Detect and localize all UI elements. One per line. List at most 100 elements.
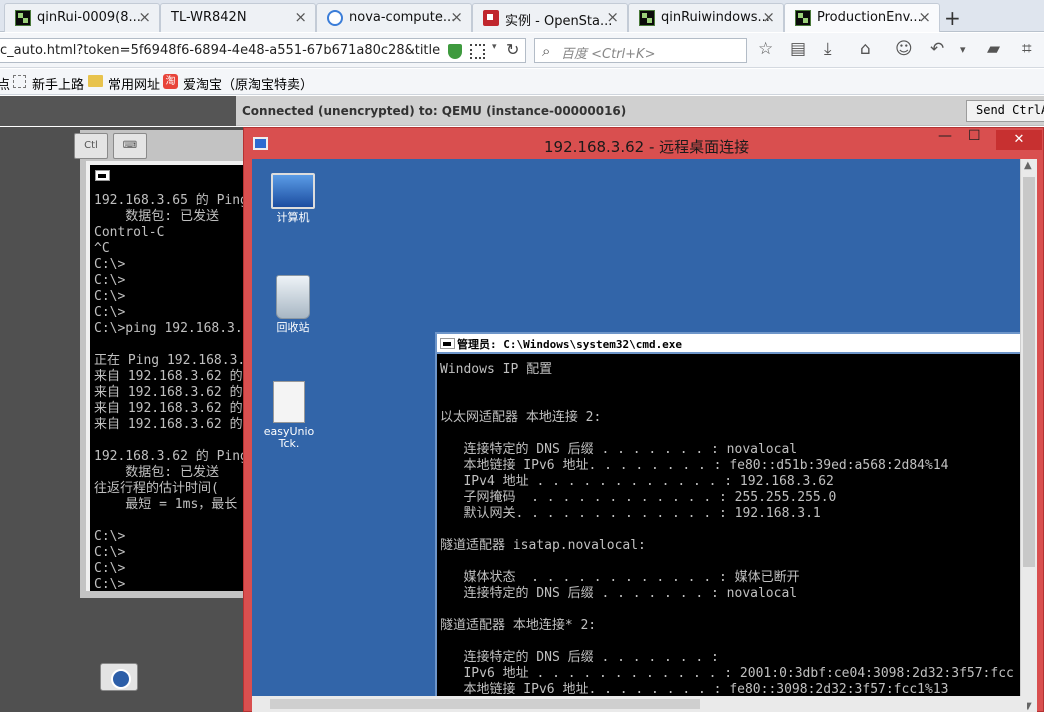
novnc-icon bbox=[15, 10, 31, 26]
shield-icon[interactable] bbox=[448, 44, 462, 59]
remote-cmd-window[interactable]: 管理员: C:\Windows\system32\cmd.exe Windows… bbox=[435, 332, 1027, 712]
console-line: 本地链接 IPv6 地址. . . . . . . . : fe80::d51b… bbox=[440, 458, 949, 473]
close-icon[interactable]: × bbox=[294, 8, 307, 26]
cmd-title: 管理员: C:\Windows\system32\cmd.exe bbox=[457, 338, 683, 351]
minimize-icon[interactable]: — bbox=[938, 128, 952, 144]
console-line: 来自 192.168.3.62 的 bbox=[94, 385, 243, 400]
tab-label: nova-compute... bbox=[349, 10, 456, 25]
close-icon[interactable]: × bbox=[762, 8, 775, 26]
desktop-icon-label: easyUnio Tck. bbox=[263, 425, 315, 450]
console-line: IPv4 地址 . . . . . . . . . . . . : 192.16… bbox=[440, 474, 834, 489]
keyboard-ctrl-button[interactable]: Ctl bbox=[74, 133, 108, 159]
folder-icon bbox=[88, 75, 103, 87]
desktop-icon-label: 计算机 bbox=[276, 211, 310, 224]
console-line: C:\> bbox=[94, 577, 126, 591]
search-input[interactable]: ⌕ 百度 <Ctrl+K> bbox=[534, 38, 747, 63]
cmd-title-bar[interactable]: 管理员: C:\Windows\system32\cmd.exe bbox=[437, 334, 1027, 354]
bookmark-item[interactable]: 爱淘宝（原淘宝特卖） bbox=[183, 74, 313, 93]
host-cmd-window[interactable]: 192.168.3.65 的 Ping 数据包: 已发送 Control-C ^C C… bbox=[86, 161, 246, 591]
bookmark-item[interactable]: 点 bbox=[0, 74, 10, 93]
keyboard-icon[interactable]: ⌨ bbox=[113, 133, 147, 159]
rdp-title: 192.168.3.62 - 远程桌面连接 bbox=[544, 138, 750, 156]
tab-0[interactable]: qinRui-0009(8... × bbox=[4, 3, 160, 32]
close-button[interactable]: ✕ bbox=[996, 130, 1042, 150]
console-line: 192.168.3.62 的 Ping bbox=[94, 449, 246, 464]
vertical-scrollbar[interactable]: ▲ ▼ bbox=[1020, 159, 1037, 712]
chat-icon[interactable]: ▰ bbox=[987, 39, 1000, 59]
face-icon[interactable]: ☺ bbox=[895, 39, 913, 59]
console-line: 连接特定的 DNS 后缀 . . . . . . . : novalocal bbox=[440, 442, 798, 457]
cmd-icon bbox=[440, 338, 455, 349]
reading-list-icon[interactable]: ▤ bbox=[790, 39, 806, 59]
close-icon[interactable]: × bbox=[918, 8, 931, 26]
console-line: C:\> bbox=[94, 561, 126, 576]
address-bar[interactable]: c_auto.html?token=5f6948f6-6894-4e48-a55… bbox=[0, 38, 526, 63]
tab-1[interactable]: TL-WR842N × bbox=[160, 3, 316, 32]
maximize-icon[interactable]: ☐ bbox=[968, 128, 981, 144]
desktop-icon-computer[interactable]: 计算机 bbox=[258, 173, 328, 224]
console-line: 默认网关. . . . . . . . . . . . . : 192.168.… bbox=[440, 506, 821, 521]
page-icon bbox=[13, 75, 26, 88]
taobao-icon: 淘 bbox=[163, 74, 178, 89]
desktop-icon-recycle-bin[interactable]: 回收站 bbox=[258, 275, 328, 334]
tab-bar: qinRui-0009(8... × TL-WR842N × nova-comp… bbox=[0, 0, 1044, 32]
send-ctrl-alt-del-button[interactable]: Send CtrlAlt bbox=[966, 100, 1044, 122]
back-icon[interactable]: ↶ bbox=[930, 39, 944, 59]
close-icon[interactable]: × bbox=[138, 8, 151, 26]
close-icon[interactable]: × bbox=[450, 8, 463, 26]
scroll-thumb[interactable] bbox=[270, 699, 700, 709]
console-line: C:\> bbox=[94, 289, 126, 304]
tab-4[interactable]: qinRuiwindows... × bbox=[628, 3, 784, 32]
rdp-app-icon[interactable] bbox=[253, 137, 268, 150]
crop-icon[interactable]: ⌗ bbox=[1022, 39, 1032, 59]
recycle-bin-icon bbox=[276, 275, 310, 319]
console-line: 子网掩码 . . . . . . . . . . . . : 255.255.2… bbox=[440, 490, 837, 505]
remote-desktop[interactable]: 计算机 回收站 easyUnio Tck. 管理员: C:\Windows\sy… bbox=[252, 159, 1027, 712]
console-line: 隧道适配器 本地连接* 2: bbox=[440, 618, 597, 633]
reload-icon[interactable]: ↻ bbox=[506, 40, 519, 59]
scroll-thumb[interactable] bbox=[1023, 177, 1035, 567]
console-line: 正在 Ping 192.168.3. bbox=[94, 353, 246, 368]
console-line: ^C bbox=[94, 241, 110, 256]
console-line: 以太网适配器 本地连接 2: bbox=[440, 410, 602, 425]
tab-3[interactable]: 实例 - OpenSta... × bbox=[472, 3, 628, 32]
console-line: C:\> bbox=[94, 257, 126, 272]
dropdown-icon[interactable]: ▾ bbox=[492, 42, 497, 52]
console-line: 媒体状态 . . . . . . . . . . . . : 媒体已断开 bbox=[440, 570, 800, 585]
connection-status: Connected (unencrypted) to: QEMU (instan… bbox=[242, 104, 627, 118]
tab-2[interactable]: nova-compute... × bbox=[316, 3, 472, 32]
globe-icon bbox=[327, 10, 343, 26]
console-line: 往返行程的估计时间( bbox=[94, 481, 219, 496]
file-icon bbox=[273, 381, 305, 423]
console-line: 最短 = 1ms，最长 bbox=[94, 497, 238, 512]
bookmark-item[interactable]: 常用网址 bbox=[108, 74, 160, 93]
cmd-output: Windows IP 配置 以太网适配器 本地连接 2: 连接特定的 DNS 后… bbox=[440, 362, 1014, 712]
scroll-up-icon[interactable]: ▲ bbox=[1024, 160, 1032, 171]
console-line: Control-C bbox=[94, 225, 165, 240]
tab-5-active[interactable]: ProductionEnv... × bbox=[784, 3, 940, 32]
url-text[interactable]: c_auto.html?token=5f6948f6-6894-4e48-a55… bbox=[0, 43, 440, 58]
vnc-settings-icon[interactable] bbox=[100, 663, 138, 691]
novnc-icon bbox=[795, 10, 811, 26]
qr-code-icon[interactable] bbox=[470, 44, 485, 59]
download-icon[interactable]: ⤓ bbox=[824, 39, 832, 59]
bookmarks-bar: 点 新手上路 常用网址 淘 爱淘宝（原淘宝特卖） bbox=[0, 69, 1044, 95]
rdp-window[interactable]: 192.168.3.62 - 远程桌面连接 — ☐ ✕ 计算机 回收站 easy… bbox=[243, 127, 1044, 712]
new-tab-button[interactable]: + bbox=[944, 6, 961, 30]
home-icon[interactable]: ⌂ bbox=[860, 39, 871, 59]
horizontal-scrollbar[interactable] bbox=[252, 696, 1027, 712]
star-icon[interactable]: ☆ bbox=[758, 39, 773, 59]
bookmark-item[interactable]: 新手上路 bbox=[32, 74, 84, 93]
desktop-icon-file[interactable]: easyUnio Tck. bbox=[254, 381, 324, 450]
close-icon[interactable]: × bbox=[606, 8, 619, 26]
chevron-down-icon[interactable]: ▾ bbox=[960, 43, 966, 56]
console-line: 数据包: 已发送 bbox=[94, 465, 219, 480]
